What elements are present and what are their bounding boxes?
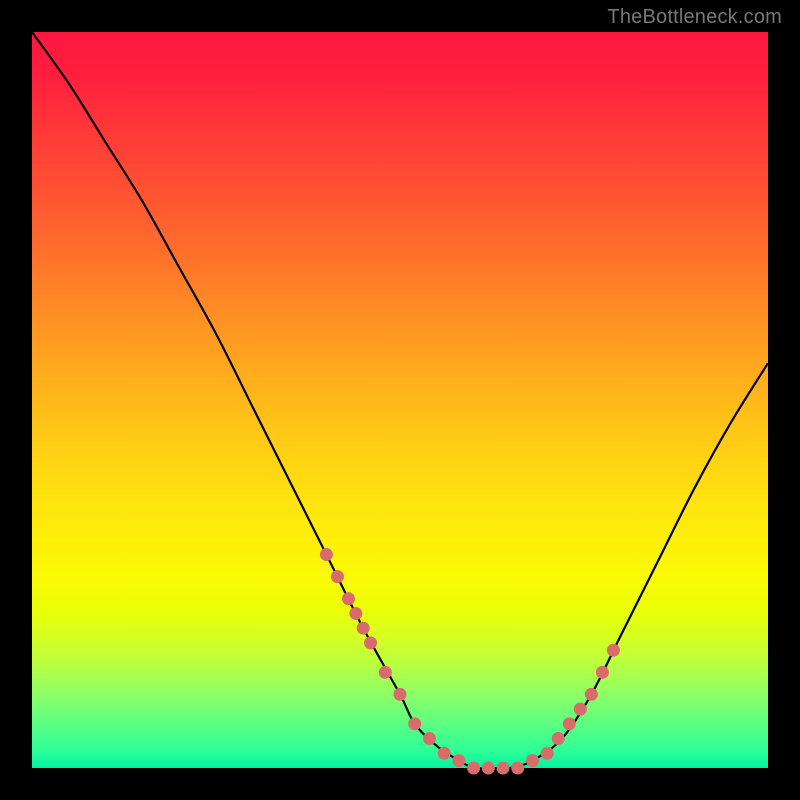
curve-dot [497,762,510,775]
bottleneck-curve-line [32,32,768,769]
curve-dot [408,717,421,730]
curve-dot [452,754,465,767]
curve-dot [357,622,370,635]
curve-dot [320,548,333,561]
curve-dot [349,607,362,620]
curve-dots [320,548,620,774]
watermark-text: TheBottleneck.com [607,6,782,29]
curve-dot [438,747,451,760]
curve-dot [541,747,554,760]
curve-dot [585,688,598,701]
curve-dot [364,636,377,649]
curve-svg [32,32,768,768]
curve-dot [526,754,539,767]
curve-dot [342,592,355,605]
curve-dot [552,732,565,745]
curve-dot [596,666,609,679]
curve-dot [607,644,620,657]
curve-dot [394,688,407,701]
bottleneck-curve [32,32,768,769]
curve-dot [563,717,576,730]
curve-dot [423,732,436,745]
chart-frame: TheBottleneck.com [0,0,800,800]
plot-area [32,32,768,768]
curve-dot [574,703,587,716]
curve-dot [511,762,524,775]
curve-dot [379,666,392,679]
curve-dot [467,762,480,775]
curve-dot [331,570,344,583]
curve-dot [482,762,495,775]
